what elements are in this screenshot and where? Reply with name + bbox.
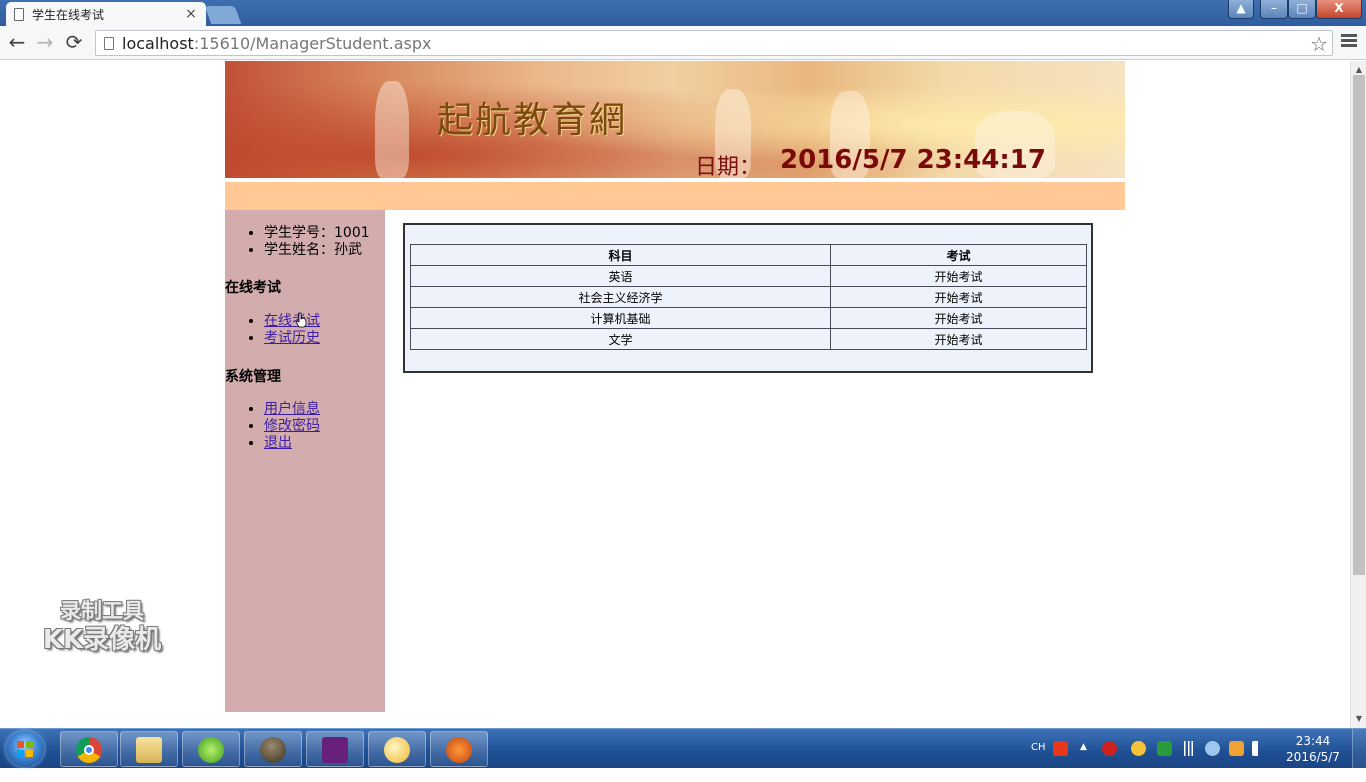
taskbar: CH ▲ 23:44 2016/5/7: [0, 728, 1366, 769]
subject-cell: 文学: [410, 328, 831, 350]
list-item: 退出: [264, 435, 385, 452]
visual-studio-icon: [322, 737, 348, 763]
sidebar: 学生学号：1001 学生姓名：孙武 在线考试 在线考试 考试历史 系统管理 用户…: [225, 210, 385, 712]
clock-time: 23:44: [1295, 734, 1331, 748]
scroll-down-arrow-icon[interactable]: ▼: [1351, 712, 1366, 726]
tab-close-icon[interactable]: ×: [184, 6, 198, 22]
profile-button[interactable]: ▲: [1228, 0, 1254, 19]
page-icon: [14, 7, 24, 21]
student-id: 学生学号：1001: [264, 225, 385, 242]
sogou-input-icon[interactable]: [1053, 741, 1068, 756]
taskbar-visual-studio[interactable]: [306, 731, 364, 767]
chrome-icon: [76, 737, 102, 763]
page-info-icon[interactable]: [104, 36, 114, 50]
url-path: :15610/ManagerStudent.aspx: [193, 33, 432, 53]
table-header-row: 科目 考试: [410, 244, 1087, 266]
online-exam-link[interactable]: 在线考试: [264, 313, 320, 329]
windows-logo-icon: [17, 741, 33, 757]
new-tab-button[interactable]: [204, 6, 242, 24]
scroll-thumb[interactable]: [1353, 75, 1365, 575]
network-signal-icon[interactable]: [1181, 741, 1196, 756]
subject-cell: 英语: [410, 265, 831, 287]
menu-hamburger-icon[interactable]: [1338, 32, 1360, 54]
table-row: 文学 开始考试: [410, 328, 1087, 350]
subject-cell: 计算机基础: [410, 307, 831, 329]
table-row: 社会主义经济学 开始考试: [410, 286, 1087, 308]
start-button[interactable]: [6, 731, 44, 767]
forward-arrow-icon[interactable]: →: [33, 31, 57, 55]
address-bar[interactable]: localhost:15610/ManagerStudent.aspx ☆: [95, 30, 1333, 56]
exam-header: 考试: [830, 244, 1087, 266]
subject-header: 科目: [410, 244, 831, 266]
header-strip: [225, 182, 1125, 210]
url-host: localhost: [122, 33, 194, 53]
file-explorer-icon: [136, 737, 162, 763]
date-time-value: 2016/5/7 23:44:17: [780, 145, 1046, 175]
list-item: 用户信息: [264, 401, 385, 418]
logout-link[interactable]: 退出: [264, 435, 292, 451]
hand-cursor-icon: [295, 312, 307, 328]
taskbar-chrome[interactable]: [60, 731, 118, 767]
show-desktop-button[interactable]: [1352, 729, 1366, 769]
input-language[interactable]: CH: [1031, 742, 1046, 782]
site-logo: 起航教育網: [437, 100, 628, 141]
seal-icon: [260, 737, 286, 763]
deer-silhouette: [375, 81, 409, 178]
exam-table: 科目 考试 英语 开始考试 社会主义经济学 开始考试 计算机基础 开始考试 文学…: [410, 244, 1087, 350]
list-item: 在线考试: [264, 313, 385, 330]
student-name: 学生姓名：孙武: [264, 242, 385, 259]
taskbar-seal-app[interactable]: [244, 731, 302, 767]
start-exam-button[interactable]: 开始考试: [830, 286, 1087, 308]
user-info-link[interactable]: 用户信息: [264, 401, 320, 417]
start-exam-button[interactable]: 开始考试: [830, 328, 1087, 350]
system-menu: 用户信息 修改密码 退出: [225, 401, 385, 452]
date-label: 日期：: [695, 155, 762, 178]
watermark-line-1: 录制工具: [60, 599, 144, 623]
site-banner: 起航教育網 日期： 2016/5/7 23:44:17: [225, 61, 1125, 178]
taskbar-game[interactable]: [182, 731, 240, 767]
exam-panel: 科目 考试 英语 开始考试 社会主义经济学 开始考试 计算机基础 开始考试 文学…: [403, 223, 1093, 373]
watermark-line-2: KK录像机: [42, 625, 162, 655]
browser-toolbar: ← → ⟳ localhost:15610/ManagerStudent.asp…: [0, 26, 1366, 60]
table-row: 计算机基础 开始考试: [410, 307, 1087, 329]
back-arrow-icon[interactable]: ←: [5, 31, 29, 55]
vertical-scrollbar[interactable]: ▲ ▼: [1350, 61, 1366, 728]
clock-date: 2016/5/7: [1286, 750, 1340, 764]
smiley-icon[interactable]: [1131, 741, 1146, 756]
volume-icon[interactable]: [1252, 741, 1267, 756]
paint-icon: [384, 737, 410, 763]
table-row: 英语 开始考试: [410, 265, 1087, 287]
browser-tab[interactable]: 学生在线考试 ×: [6, 2, 206, 26]
system-section-title: 系统管理: [225, 369, 281, 385]
exam-history-link[interactable]: 考试历史: [264, 330, 320, 346]
game-icon: [198, 737, 224, 763]
qq-icon[interactable]: [1229, 741, 1244, 756]
maximize-button[interactable]: □: [1288, 0, 1316, 19]
subject-cell: 社会主义经济学: [410, 286, 831, 308]
list-item: 考试历史: [264, 330, 385, 347]
list-item: 修改密码: [264, 418, 385, 435]
exam-section-title: 在线考试: [225, 280, 281, 296]
start-exam-button[interactable]: 开始考试: [830, 307, 1087, 329]
taskbar-explorer[interactable]: [120, 731, 178, 767]
bookmark-star-icon[interactable]: ☆: [1310, 32, 1328, 56]
green-app-icon[interactable]: [1157, 741, 1172, 756]
record-icon[interactable]: [1102, 741, 1117, 756]
mascot-icon: [446, 737, 472, 763]
system-clock[interactable]: 23:44 2016/5/7: [1283, 733, 1343, 765]
reload-icon[interactable]: ⟳: [62, 31, 86, 55]
taskbar-mascot-app[interactable]: [430, 731, 488, 767]
taskbar-paint[interactable]: [368, 731, 426, 767]
page-viewport: 起航教育網 日期： 2016/5/7 23:44:17 学生学号：1001 学生…: [0, 61, 1350, 728]
start-exam-button[interactable]: 开始考试: [830, 265, 1087, 287]
recorder-watermark: 录制工具 KK录像机: [32, 597, 172, 655]
security-icon[interactable]: [1205, 741, 1220, 756]
change-password-link[interactable]: 修改密码: [264, 418, 320, 434]
tab-title: 学生在线考试: [32, 7, 105, 22]
browser-titlebar: 学生在线考试 × ▲ – □ X: [0, 0, 1366, 26]
minimize-button[interactable]: –: [1260, 0, 1288, 19]
tray-expand-icon[interactable]: ▲: [1080, 742, 1087, 752]
close-window-button[interactable]: X: [1316, 0, 1362, 19]
student-info-list: 学生学号：1001 学生姓名：孙武: [225, 225, 385, 259]
